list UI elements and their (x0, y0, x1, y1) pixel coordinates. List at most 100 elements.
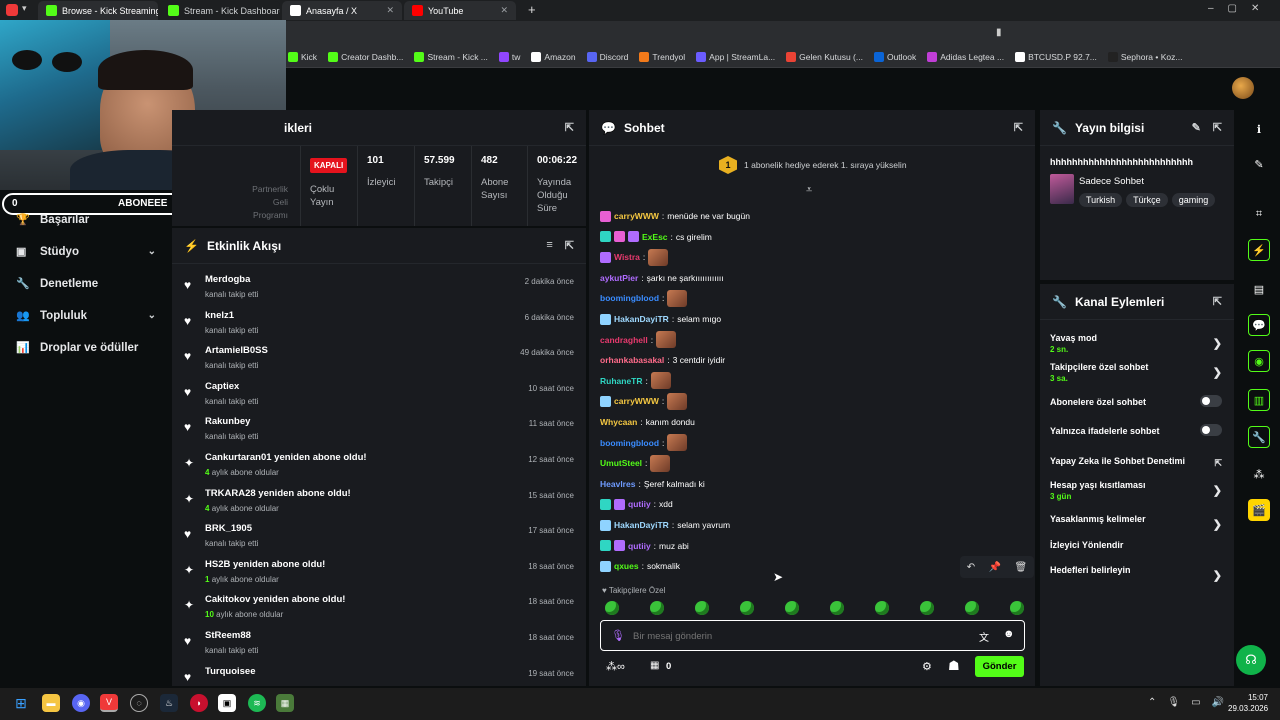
emote-icon[interactable] (830, 601, 844, 615)
chat-username[interactable]: aykutPier (600, 273, 638, 283)
capture-icon[interactable]: ⌗ (1248, 203, 1270, 225)
browser-tab[interactable]: Stream - Kick Dashboard✕ (160, 1, 280, 20)
translate-icon[interactable]: 文 (979, 629, 989, 644)
vivaldi-logo-icon[interactable] (6, 4, 18, 16)
bookmark-item[interactable]: Kick (288, 51, 317, 62)
chat-username[interactable]: qutiiy (628, 499, 651, 509)
bookmark-item[interactable]: Outlook (873, 51, 916, 62)
delete-icon[interactable]: 🗑 (1015, 562, 1028, 573)
chat-icon[interactable]: 💬 (1248, 314, 1270, 336)
crowd-icon[interactable]: ⁂ (1248, 463, 1270, 485)
chat-message[interactable]: qxues: sokmalik (600, 556, 680, 576)
broadcast-icon[interactable]: ◉ (1248, 350, 1270, 372)
sidebar-item[interactable]: 🔧 Denetleme (16, 277, 156, 291)
emote-icon[interactable] (920, 601, 934, 615)
bookmark-item[interactable]: Adidas Legtea ... (927, 51, 1004, 62)
channel-action-item[interactable]: Takipçilere özel sohbet 3 sa. ❯ (1050, 362, 1226, 383)
support-headset-icon[interactable]: ☊ (1236, 645, 1266, 675)
channel-action-item[interactable]: Yavaş mod 2 sn. ❯ (1050, 333, 1226, 354)
bookmark-item[interactable]: Stream - Kick ... (414, 51, 488, 62)
store-icon[interactable]: ▦ (650, 660, 659, 671)
chat-message[interactable]: ExEsc: cs girelim (600, 227, 712, 247)
chat-username[interactable]: carryWWW (614, 211, 659, 221)
chat-username[interactable]: candraghell (600, 335, 648, 345)
chevron-down-icon[interactable]: ⌄ (148, 246, 156, 257)
document-icon[interactable]: ▤ (1248, 278, 1270, 300)
spotify-icon[interactable]: ≋ (248, 694, 266, 712)
bookmark-item[interactable]: Gelen Kutusu (... (786, 51, 863, 62)
popout-icon[interactable]: ⇱ (1213, 121, 1222, 134)
pin-icon[interactable]: 📌 (989, 562, 1001, 573)
pinned-collapse-icon[interactable]: ⩡ (806, 184, 812, 197)
chat-username[interactable]: Wistra (614, 252, 640, 262)
emote-icon[interactable] (875, 601, 889, 615)
sidebar-item[interactable]: ▣ Stüdyo ⌄ (16, 245, 156, 259)
gift-goal-text[interactable]: 1 abonelik hediye ederek 1. sıraya yükse… (744, 160, 907, 170)
chat-username[interactable]: HakanDayiTR (614, 314, 669, 324)
send-button[interactable]: Gönder (975, 656, 1024, 677)
emote-icon[interactable] (1010, 601, 1024, 615)
chevron-down-icon[interactable]: ⌄ (148, 310, 156, 321)
emote-icon[interactable] (695, 601, 709, 615)
bookmark-item[interactable]: App | StreamLa... (696, 51, 775, 62)
chat-username[interactable]: orhankabasakal (600, 355, 664, 365)
windows-start-icon[interactable]: ⊞ (12, 694, 30, 712)
sidebar-item[interactable]: 🏆 Başarılar (16, 213, 156, 227)
chat-input-box[interactable]: 🎙 文 ☻ (600, 620, 1025, 651)
chat-message[interactable]: candraghell: (600, 330, 677, 350)
emote-tab-label[interactable]: ♥ Takipçilere Özel (602, 586, 665, 595)
wrench-icon[interactable]: 🔧 (1248, 426, 1270, 448)
chevron-right-icon[interactable]: ❯ (1213, 518, 1222, 531)
channel-action-item[interactable]: Hedefleri belirleyin ❯ (1050, 565, 1226, 582)
emote-icon[interactable] (650, 601, 664, 615)
stats-icon[interactable]: ▥ (1248, 389, 1270, 411)
system-tray-icons[interactable]: ⌃🎙▭🔊 (1148, 697, 1235, 708)
category-thumbnail[interactable] (1050, 174, 1074, 204)
tag[interactable]: Turkish (1079, 193, 1123, 207)
app-icon[interactable]: ▣ (218, 694, 236, 712)
chat-username[interactable]: qutiiy (628, 541, 651, 551)
chat-message[interactable]: HakanDayiTR: selam mıgo (600, 309, 721, 329)
channel-action-item[interactable]: Yasaklanmış kelimeler ❯ (1050, 514, 1226, 531)
tag[interactable]: Türkçe (1126, 193, 1168, 207)
sidebar-item[interactable]: 👥 Topluluk ⌄ (16, 309, 156, 323)
chat-message[interactable]: RuhaneTR: (600, 371, 671, 391)
filter-icon[interactable]: ≡ (546, 239, 552, 252)
category-name[interactable]: Sadece Sohbet (1079, 176, 1144, 187)
chat-message[interactable]: boomingblood: (600, 288, 688, 308)
emote-icon[interactable] (605, 601, 619, 615)
new-tab-button[interactable]: + (528, 2, 536, 17)
bookmark-item[interactable]: Trendyol (639, 51, 685, 62)
chevron-right-icon[interactable]: ❯ (1213, 569, 1222, 582)
app-icon[interactable]: ◗ (190, 694, 208, 712)
chat-username[interactable]: UmutSteel (600, 458, 642, 468)
bookmark-item[interactable]: Creator Dashb... (328, 51, 403, 62)
chat-username[interactable]: RuhaneTR (600, 376, 643, 386)
channel-action-item[interactable]: Abonelere özel sohbet (1050, 395, 1226, 407)
clock[interactable]: 15:07 29.03.2026 (1228, 692, 1268, 714)
info-icon[interactable]: ℹ (1248, 118, 1270, 140)
toggle-switch[interactable] (1200, 424, 1222, 436)
browser-tab[interactable]: Anasayfa / X ✕ (282, 1, 402, 20)
tab-close-icon[interactable]: ✕ (500, 5, 508, 16)
emote-icon[interactable] (965, 601, 979, 615)
browser-tab[interactable]: YouTube ✕ (404, 1, 516, 20)
external-link-icon[interactable]: ⇱ (1214, 458, 1222, 469)
user-avatar[interactable] (1232, 77, 1254, 99)
chat-message[interactable]: Wistra: (600, 247, 669, 267)
chat-message[interactable]: aykutPier: şarkı ne şarkıııııııııııı (600, 268, 724, 288)
sidebar-item[interactable]: 📊 Droplar ve ödüller (16, 341, 156, 355)
popout-icon[interactable]: ⇱ (565, 121, 574, 134)
chat-message[interactable]: boomingblood: (600, 433, 688, 453)
bookmark-item[interactable]: Discord (586, 51, 628, 62)
chat-message[interactable]: qutiiy: xdd (600, 494, 673, 514)
file-explorer-icon[interactable]: ▬ (42, 694, 60, 712)
chevron-right-icon[interactable]: ❯ (1213, 484, 1222, 497)
window-controls[interactable]: –▢✕ (1208, 3, 1273, 14)
emote-icon[interactable] (740, 601, 754, 615)
chat-username[interactable]: boomingblood (600, 438, 659, 448)
bookmark-item[interactable]: Sephora • Koz... (1107, 51, 1182, 62)
edit-icon[interactable]: ✎ (1192, 121, 1201, 134)
bookmark-item[interactable]: BTCUSD.P 92.7... (1015, 51, 1097, 62)
chat-message[interactable]: UmutSteel: (600, 453, 671, 473)
